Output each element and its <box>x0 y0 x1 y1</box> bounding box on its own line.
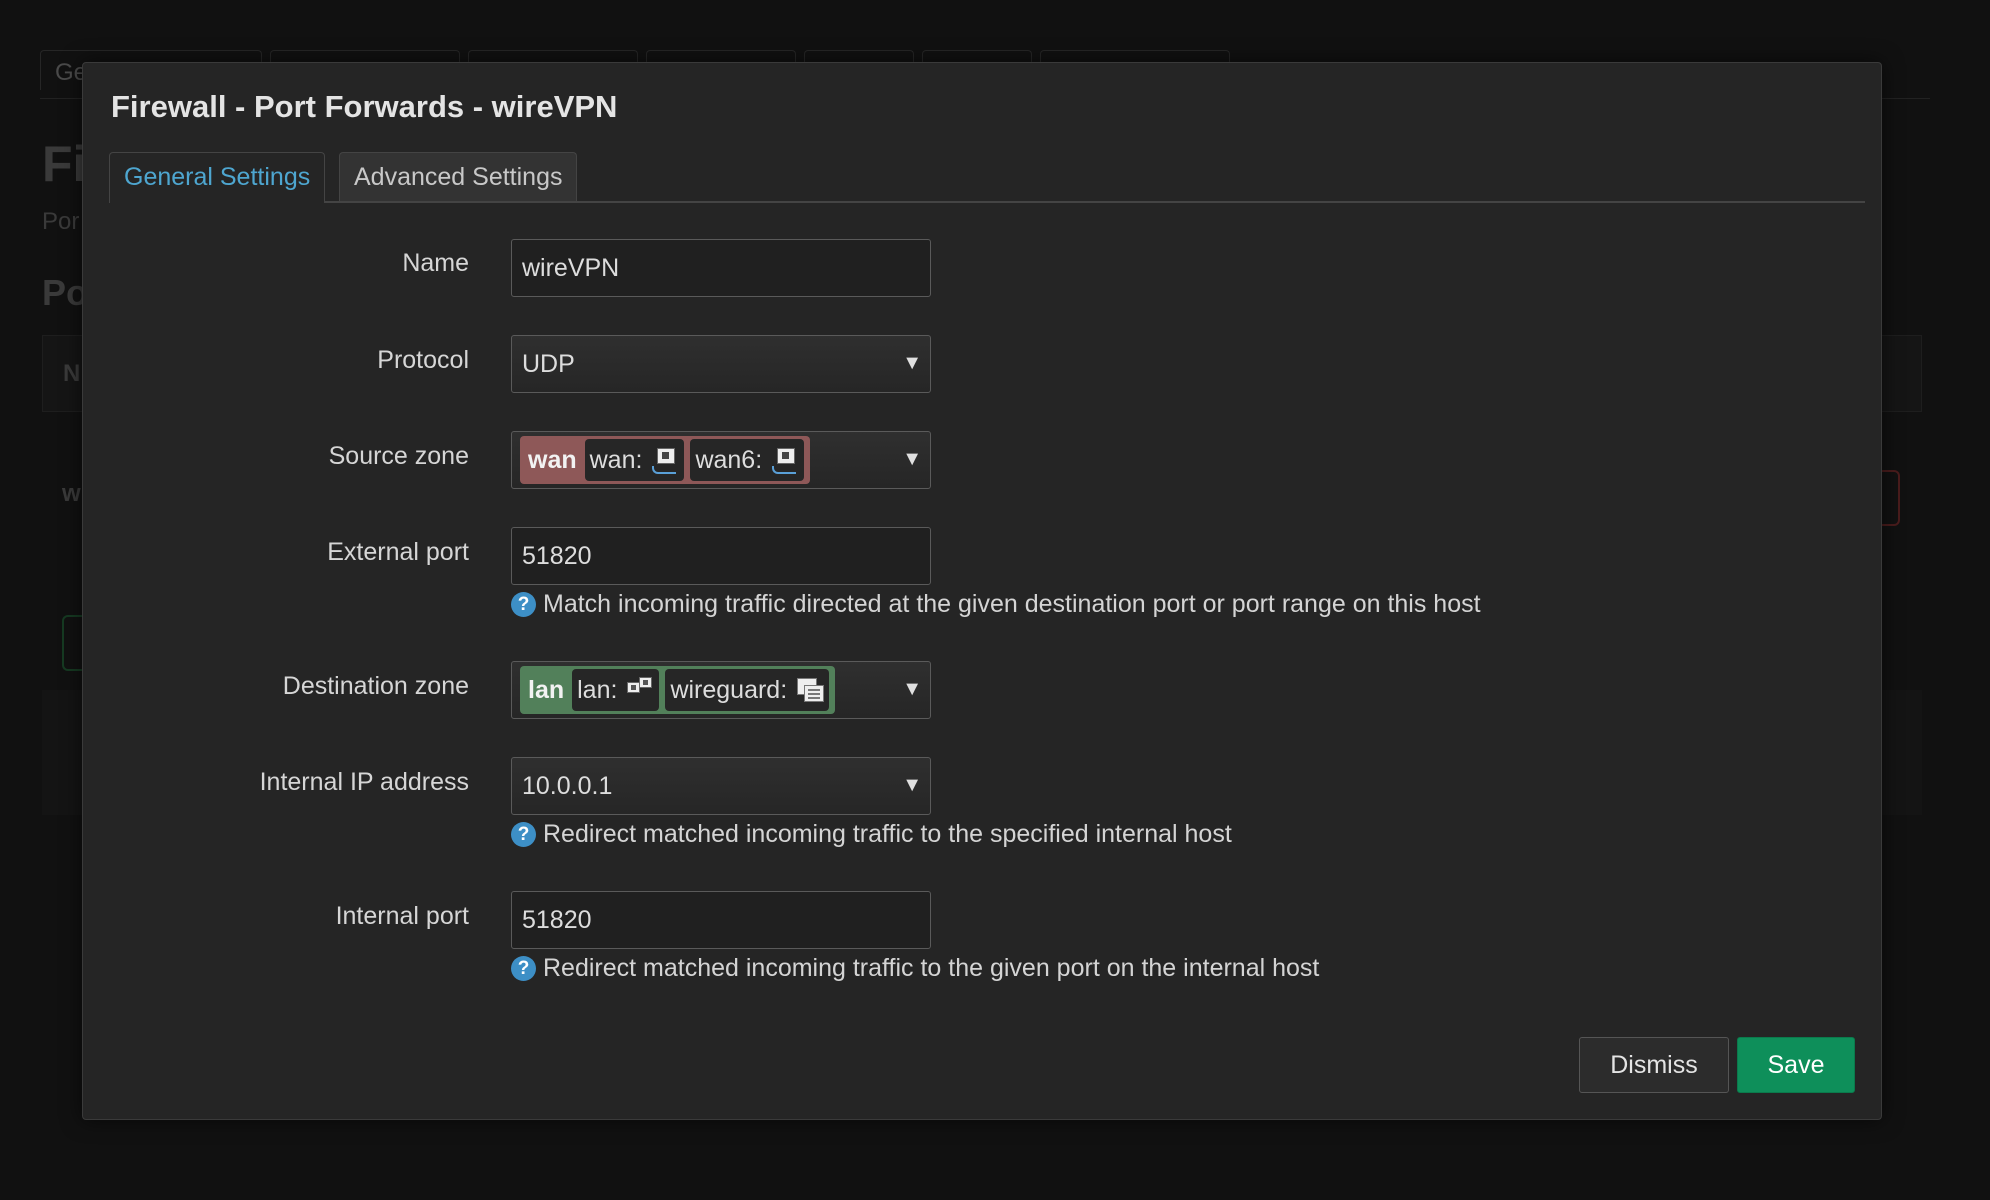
tab-advanced-settings[interactable]: Advanced Settings <box>339 152 578 201</box>
interface-chip-wan6: wan6: <box>690 439 805 481</box>
external-port-input[interactable]: 51820 <box>511 527 931 585</box>
zone-name: wan <box>528 445 577 474</box>
name-label: Name <box>402 249 469 277</box>
interface-name: wan: <box>589 445 643 474</box>
name-value: wireVPN <box>522 254 620 282</box>
dismiss-button[interactable]: Dismiss <box>1579 1037 1729 1093</box>
chevron-down-icon: ▼ <box>902 678 922 700</box>
external-port-hint: ? Match incoming traffic directed at the… <box>511 590 1481 619</box>
zone-badge-wan: wan wan: wan6: <box>520 436 811 484</box>
help-icon: ? <box>511 592 536 617</box>
interface-name: wan6: <box>695 445 763 474</box>
zone-badge-lan: lan lan: wireguard: <box>520 666 836 714</box>
internal-port-hint: ? Redirect matched incoming traffic to t… <box>511 954 1319 983</box>
background-column-header: N <box>63 360 81 387</box>
network-bridge-icon <box>625 676 653 704</box>
save-button[interactable]: Save <box>1737 1037 1855 1093</box>
background-page-subtitle: Por <box>42 208 80 235</box>
zone-name: lan <box>528 675 565 704</box>
ethernet-port-icon <box>650 446 678 474</box>
internal-ip-label: Internal IP address <box>259 768 469 796</box>
background-page-title: Fi <box>42 136 87 192</box>
interface-name: wireguard: <box>670 675 788 704</box>
chevron-down-icon: ▼ <box>902 774 922 796</box>
interface-chip-wireguard: wireguard: <box>665 669 830 711</box>
protocol-select[interactable]: UDP ▼ <box>511 335 931 393</box>
interface-name: lan: <box>577 675 618 704</box>
background-table-row: w <box>62 480 81 507</box>
dialog-tabs: General Settings Advanced Settings <box>109 152 1865 203</box>
hint-text: Match incoming traffic directed at the g… <box>543 590 1481 618</box>
name-input[interactable]: wireVPN <box>511 239 931 297</box>
hint-text: Redirect matched incoming traffic to the… <box>543 954 1320 982</box>
destination-zone-label: Destination zone <box>282 672 469 700</box>
source-zone-label: Source zone <box>328 442 469 470</box>
chevron-down-icon: ▼ <box>902 448 922 470</box>
chevron-down-icon: ▼ <box>902 352 922 374</box>
port-forward-dialog: Firewall - Port Forwards - wireVPN Gener… <box>82 62 1882 1120</box>
protocol-label: Protocol <box>377 346 469 374</box>
internal-port-input[interactable]: 51820 <box>511 891 931 949</box>
internal-ip-value: 10.0.0.1 <box>522 772 613 800</box>
tunnel-icon <box>795 676 825 704</box>
hint-text: Redirect matched incoming traffic to the… <box>543 820 1232 848</box>
external-port-value: 51820 <box>522 542 592 570</box>
tab-general-settings[interactable]: General Settings <box>109 152 326 203</box>
help-icon: ? <box>511 822 536 847</box>
interface-chip-lan: lan: <box>572 669 660 711</box>
internal-ip-select[interactable]: 10.0.0.1 ▼ <box>511 757 931 815</box>
destination-zone-select[interactable]: lan lan: wireguard: ▼ <box>511 661 931 719</box>
internal-ip-hint: ? Redirect matched incoming traffic to t… <box>511 820 1232 849</box>
interface-chip-wan: wan: <box>584 439 685 481</box>
internal-port-label: Internal port <box>335 902 469 930</box>
source-zone-select[interactable]: wan wan: wan6: ▼ <box>511 431 931 489</box>
external-port-label: External port <box>327 538 469 566</box>
protocol-value: UDP <box>522 350 575 378</box>
internal-port-value: 51820 <box>522 906 592 934</box>
help-icon: ? <box>511 956 536 981</box>
dialog-title: Firewall - Port Forwards - wireVPN <box>111 89 618 124</box>
ethernet-port-icon <box>770 446 798 474</box>
